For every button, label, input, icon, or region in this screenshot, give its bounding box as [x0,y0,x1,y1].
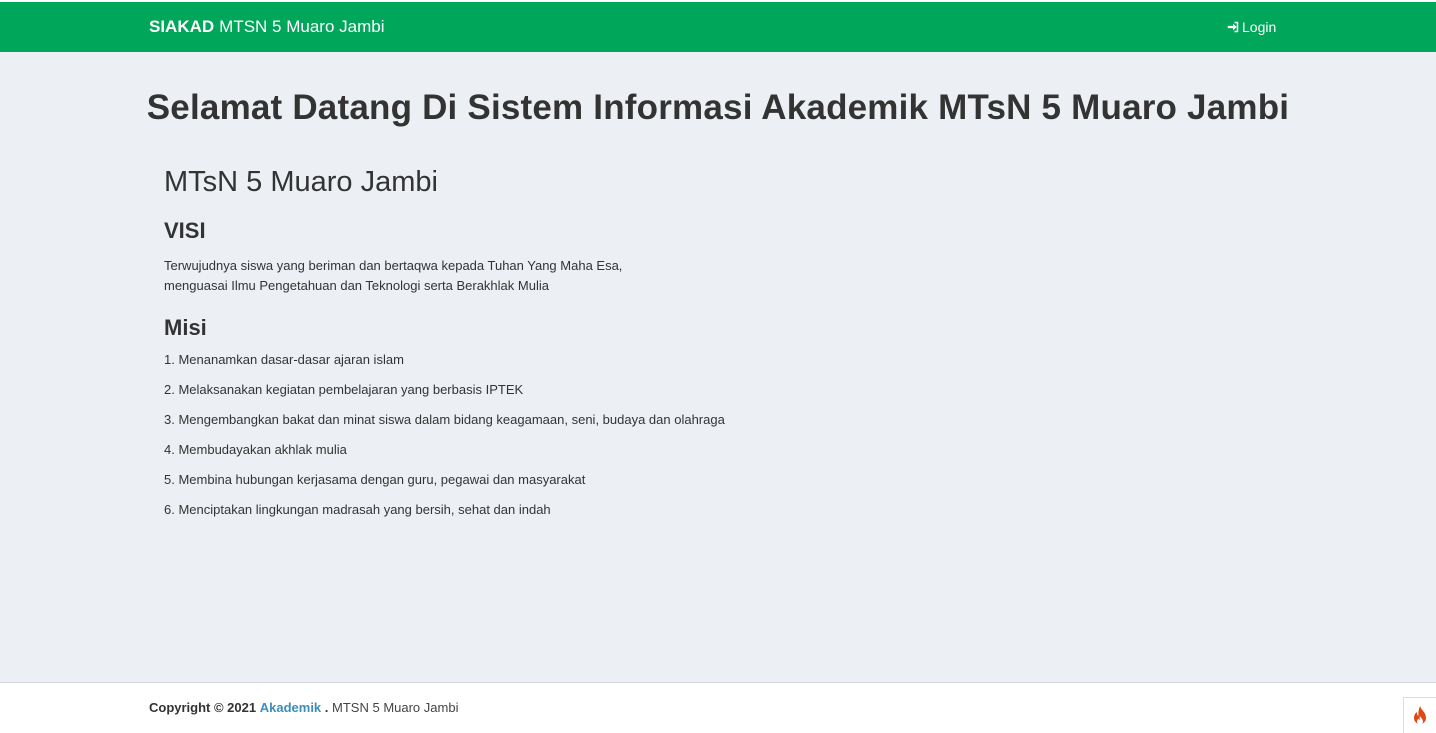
misi-item: 2. Melaksanakan kegiatan pembelajaran ya… [164,382,524,397]
flame-icon [1414,705,1426,724]
copyright-text: Copyright © 2021 [149,700,257,715]
misi-list: 1. Menanamkan dasar-dasar ajaran islam 2… [164,350,725,530]
debug-toolbar-toggle[interactable] [1403,697,1436,733]
visi-heading: VISI [164,218,206,243]
brand-bold: SIAKAD [149,17,215,36]
sign-in-icon [1227,21,1239,33]
misi-item: 5. Membina hubungan kerjasama dengan gur… [164,472,586,487]
footer-school-name: MTSN 5 Muaro Jambi [332,700,459,715]
misi-item: 6. Menciptakan lingkungan madrasah yang … [164,502,551,517]
misi-item: 4. Membudayakan akhlak mulia [164,442,347,457]
footer-separator: . [324,700,329,715]
visi-line: menguasai Ilmu Pengetahuan dan Teknologi… [164,278,549,293]
navbar: SIAKAD MTSN 5 Muaro Jambi Login [0,2,1436,52]
school-name: MTsN 5 Muaro Jambi [164,166,438,198]
visi-text: Terwujudnya siswa yang beriman dan berta… [164,256,622,296]
misi-item: 3. Mengembangkan bakat dan minat siswa d… [164,412,725,427]
login-label: Login [1242,19,1277,35]
main-content: Selamat Datang Di Sistem Informasi Akade… [0,52,1436,682]
misi-heading: Misi [164,315,207,340]
footer-akademik-link[interactable]: Akademik [260,700,321,715]
brand-name: MTSN 5 Muaro Jambi [219,17,385,36]
visi-line: Terwujudnya siswa yang beriman dan berta… [164,258,623,273]
footer: Copyright © 2021 Akademik . MTSN 5 Muaro… [0,682,1436,733]
login-link[interactable]: Login [1227,2,1276,52]
misi-item: 1. Menanamkan dasar-dasar ajaran islam [164,352,404,367]
brand-link[interactable]: SIAKAD MTSN 5 Muaro Jambi [149,2,385,52]
welcome-heading: Selamat Datang Di Sistem Informasi Akade… [146,88,1290,127]
footer-text: Copyright © 2021 Akademik . MTSN 5 Muaro… [149,700,458,715]
